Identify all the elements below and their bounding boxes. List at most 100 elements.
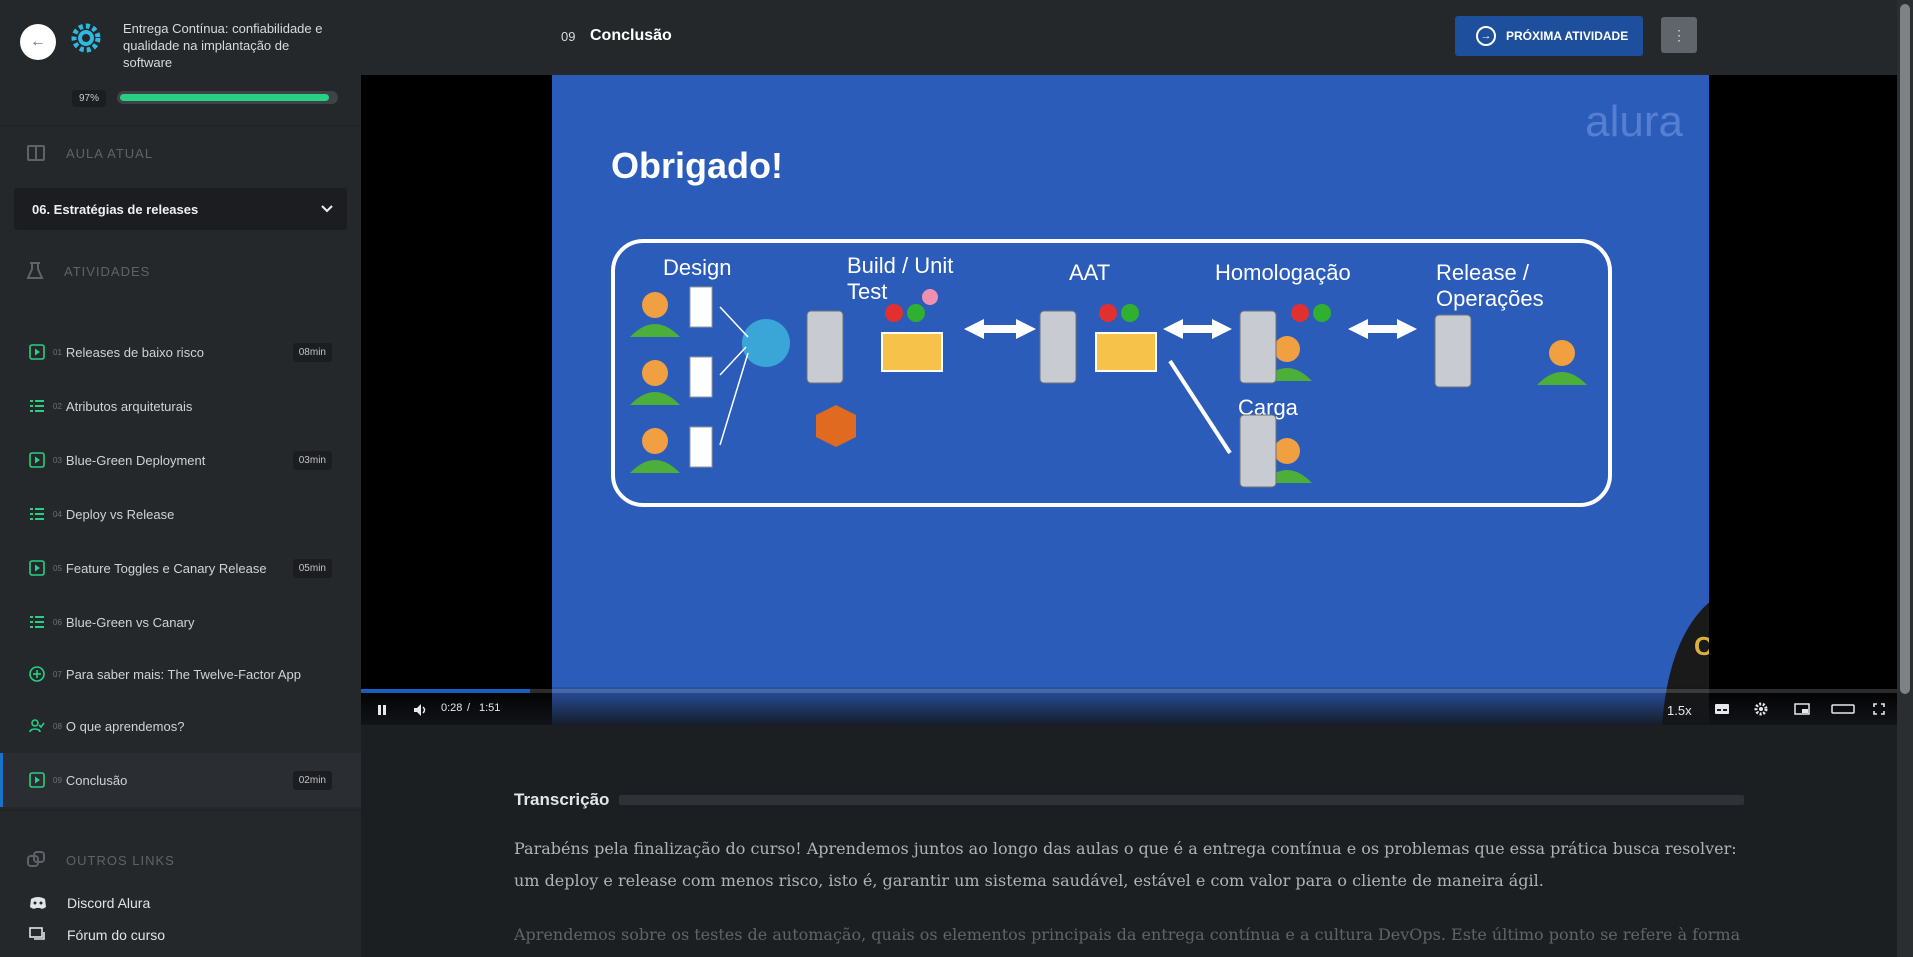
more-options-button[interactable]: ⋮: [1661, 17, 1697, 53]
next-activity-button[interactable]: → PRÓXIMA ATIVIDADE: [1455, 16, 1643, 56]
back-button[interactable]: ←: [20, 24, 56, 60]
discord-link[interactable]: Discord Alura: [0, 887, 361, 919]
play-icon: [29, 344, 45, 360]
scrollbar-thumb[interactable]: [1900, 4, 1910, 694]
activity-item[interactable]: 07 Para saber mais: The Twelve-Factor Ap…: [0, 649, 361, 699]
activity-number: 04: [53, 509, 62, 519]
activity-item[interactable]: 02 Atributos arquiteturais: [0, 379, 361, 433]
activity-item[interactable]: 04 Deploy vs Release: [0, 487, 361, 541]
transcript-paragraph: Aprendemos sobre os testes de automação,…: [514, 925, 1741, 944]
user-check-icon: [29, 719, 45, 733]
activity-number: 01: [53, 347, 62, 357]
activity-item-active[interactable]: 09 Conclusão 02min: [0, 753, 361, 807]
activity-number: 03: [53, 455, 62, 465]
sidebar: ← Entrega Contínua: confiabilidade e qua…: [0, 0, 361, 957]
activity-duration: 02min: [292, 770, 332, 790]
activity-number: 05: [53, 563, 62, 573]
activity-label: O que aprendemos?: [65, 718, 185, 734]
activity-item[interactable]: 06 Blue-Green vs Canary: [0, 595, 361, 649]
kebab-icon: ⋮: [1672, 26, 1686, 43]
chevron-down-icon: [321, 205, 333, 213]
total-duration: 1:51: [479, 702, 501, 714]
lesson-number: 09: [561, 29, 576, 44]
video-frame: Obrigado! alura Design Build / Unit Test…: [552, 75, 1709, 725]
transcript-paragraph: Parabéns pela finalização do curso! Apre…: [514, 839, 1737, 890]
transcript-section: Transcrição Parabéns pela finalização do…: [514, 790, 1744, 951]
activity-duration: 08min: [292, 342, 332, 362]
activity-label: Para saber mais: The Twelve-Factor App: [65, 666, 301, 682]
current-time: 0:28: [441, 702, 463, 714]
activity-item[interactable]: 03 Blue-Green Deployment 03min: [0, 433, 361, 487]
progress-bar: [117, 91, 338, 104]
activity-item[interactable]: 01 Releases de baixo risco 08min: [0, 325, 361, 379]
divider: [619, 795, 1744, 805]
next-activity-label: PRÓXIMA ATIVIDADE: [1506, 29, 1629, 43]
activity-label: Releases de baixo risco: [65, 344, 204, 360]
volume-icon[interactable]: [413, 703, 429, 717]
arrow-right-circle-icon: →: [1476, 26, 1496, 46]
lesson-select-value: 06. Estratégias de releases: [32, 201, 199, 217]
activities-label: ATIVIDADES: [64, 263, 151, 279]
activity-number: 08: [53, 721, 62, 731]
time-separator: /: [467, 702, 471, 714]
activity-label: Atributos arquiteturais: [65, 398, 193, 414]
flask-icon: [26, 262, 44, 279]
activity-list: 01 Releases de baixo risco 08min 02 Atri…: [0, 325, 361, 807]
list-icon: [30, 616, 44, 628]
picture-in-picture-icon[interactable]: [1794, 703, 1810, 715]
current-lesson-section: AULA ATUAL: [0, 126, 361, 180]
play-icon: [29, 560, 45, 576]
lesson-header: 09 Conclusão → PRÓXIMA ATIVIDADE ⋮: [361, 0, 1897, 75]
gear-course-icon: [71, 23, 101, 53]
activity-number: 06: [53, 617, 62, 627]
playback-speed[interactable]: 1.5x: [1667, 703, 1692, 718]
transcript-title: Transcrição: [514, 790, 610, 809]
forum-link[interactable]: Fórum do curso: [0, 919, 361, 951]
plus-icon: [29, 666, 45, 682]
activity-label: Blue-Green Deployment: [65, 452, 206, 468]
theater-mode-icon[interactable]: [1831, 704, 1855, 714]
play-icon: [29, 452, 45, 468]
lesson-select[interactable]: 06. Estratégias de releases: [14, 188, 347, 230]
list-icon: [30, 508, 44, 520]
discord-link-label: Discord Alura: [67, 895, 151, 911]
progress-bar-fill: [120, 94, 329, 101]
forum-icon: [29, 927, 45, 940]
activities-section: ATIVIDADES: [0, 244, 361, 298]
captions-icon[interactable]: [1714, 703, 1730, 715]
activity-item[interactable]: 05 Feature Toggles e Canary Release 05mi…: [0, 541, 361, 595]
pipeline-icons: [630, 286, 1587, 488]
course-title: Entrega Contínua: confiabilidade e quali…: [123, 21, 323, 70]
progress-percent: 97%: [72, 90, 106, 107]
arrow-left-icon: ←: [30, 33, 46, 50]
other-links-label: OUTROS LINKS: [66, 852, 175, 868]
activity-number: 09: [53, 775, 62, 785]
lesson-title: Conclusão: [590, 27, 672, 44]
discord-icon: [30, 897, 46, 909]
other-links: OUTROS LINKS Discord Alura Fórum do curs…: [0, 833, 361, 951]
activity-number: 02: [53, 401, 62, 411]
book-icon: [27, 145, 45, 161]
current-lesson-label: AULA ATUAL: [66, 145, 154, 161]
divider: [0, 810, 361, 811]
activity-item[interactable]: 08 O que aprendemos?: [0, 699, 361, 753]
activity-label: Conclusão: [65, 772, 128, 788]
other-links-section: OUTROS LINKS: [0, 833, 361, 887]
fullscreen-icon[interactable]: [1873, 703, 1885, 715]
pause-icon[interactable]: [376, 704, 388, 716]
activity-label: Deploy vs Release: [65, 506, 175, 522]
activity-duration: 03min: [292, 450, 332, 470]
activity-label: Blue-Green vs Canary: [65, 614, 195, 630]
activity-label: Feature Toggles e Canary Release: [65, 560, 267, 576]
transcript-header: Transcrição: [514, 790, 1744, 810]
activity-duration: 05min: [292, 558, 332, 578]
forum-link-label: Fórum do curso: [67, 927, 166, 943]
page-scrollbar[interactable]: [1897, 0, 1913, 957]
presenter-shirt-text: Caelum:: [1694, 631, 1709, 661]
activity-number: 07: [53, 669, 62, 679]
link-icon: [27, 851, 45, 867]
list-icon: [30, 400, 44, 412]
settings-gear-icon[interactable]: [1754, 702, 1768, 716]
video-player[interactable]: Obrigado! alura Design Build / Unit Test…: [361, 75, 1897, 725]
play-icon: [29, 772, 45, 788]
